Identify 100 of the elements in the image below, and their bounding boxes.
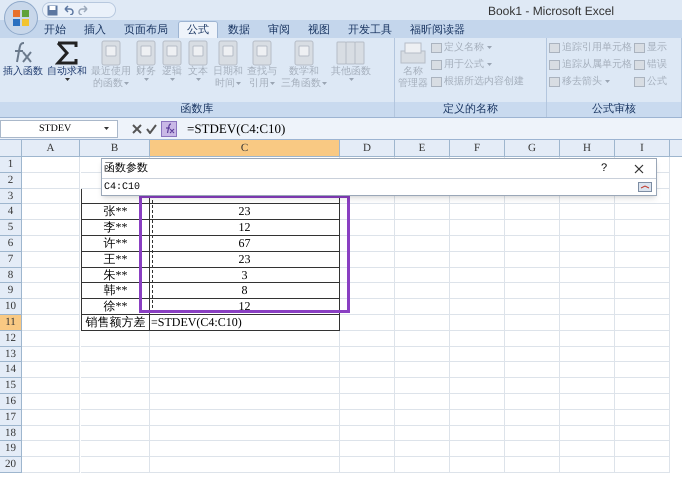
row-header[interactable]: 17 xyxy=(0,410,22,426)
table-cell: =STDEV(C4:C10) xyxy=(150,314,340,331)
grid-cell xyxy=(22,426,80,442)
table-cell: 8 xyxy=(150,283,340,300)
ribbon-tab[interactable]: 视图 xyxy=(300,21,338,38)
column-header[interactable]: E xyxy=(395,140,450,156)
grid-cell xyxy=(22,157,80,173)
ribbon-button[interactable]: 自动求和 xyxy=(46,38,88,102)
grid-cell xyxy=(395,441,450,458)
column-header[interactable]: D xyxy=(340,140,395,156)
table-cell: 李** xyxy=(81,220,150,236)
close-icon[interactable] xyxy=(634,164,644,174)
check-icon[interactable] xyxy=(146,124,157,134)
grid-cell xyxy=(505,426,560,442)
book-icon xyxy=(217,40,239,66)
help-button[interactable]: ? xyxy=(594,160,614,177)
grid-cell xyxy=(395,394,450,410)
column-header[interactable]: F xyxy=(450,140,505,156)
command-icon xyxy=(431,42,442,52)
grid-cell xyxy=(615,220,670,236)
grid-cell xyxy=(615,362,670,378)
cancel-icon[interactable] xyxy=(132,124,142,134)
table-cell: 销售额方差 xyxy=(81,314,150,331)
column-header[interactable]: A xyxy=(22,140,80,156)
ribbon-tab[interactable]: 开发工具 xyxy=(340,21,400,38)
row-header[interactable]: 10 xyxy=(0,299,22,315)
grid-cell xyxy=(22,378,80,394)
ribbon-tab[interactable]: 插入 xyxy=(76,21,114,38)
grid-cell xyxy=(22,362,80,378)
grid-cell xyxy=(340,220,395,236)
grid-cell xyxy=(22,236,80,252)
row-header[interactable]: 5 xyxy=(0,220,22,236)
command-icon xyxy=(634,76,645,86)
group-label: 定义的名称 xyxy=(395,102,546,117)
book-icon xyxy=(100,40,122,66)
table-cell: 12 xyxy=(150,299,340,315)
window-title: Book1 - Microsoft Excel xyxy=(488,3,614,20)
sigma-icon xyxy=(55,40,79,66)
save-icon[interactable] xyxy=(47,4,58,16)
command-icon xyxy=(431,60,442,70)
row-header[interactable]: 15 xyxy=(0,378,22,394)
name-box[interactable]: STDEV xyxy=(0,120,118,138)
column-header[interactable]: C xyxy=(150,140,340,156)
row-header[interactable]: 2 xyxy=(0,172,22,189)
collapse-dialog-icon[interactable] xyxy=(638,182,652,192)
row-header[interactable]: 13 xyxy=(0,346,22,362)
row-header[interactable]: 9 xyxy=(0,283,22,300)
insert-function-button[interactable] xyxy=(161,120,177,136)
row-header[interactable]: 3 xyxy=(0,188,22,204)
grid-cell xyxy=(22,299,80,315)
table-cell: 67 xyxy=(150,236,340,252)
row-header[interactable]: 6 xyxy=(0,236,22,252)
grid-cell xyxy=(81,394,150,410)
card-file-icon xyxy=(399,40,427,66)
ribbon-button[interactable]: 插入函数 xyxy=(2,38,44,102)
row-header[interactable]: 12 xyxy=(0,330,22,347)
row-header[interactable]: 11 xyxy=(0,314,22,331)
function-icon xyxy=(164,123,174,134)
grid-cell xyxy=(615,283,670,300)
row-header[interactable]: 14 xyxy=(0,362,22,378)
range-input-field[interactable]: C4:C10 xyxy=(104,180,638,194)
grid-cell xyxy=(81,441,150,458)
grid-cell xyxy=(505,252,560,268)
ribbon-tab[interactable]: 福昕阅读器 xyxy=(402,21,473,38)
grid-cell xyxy=(615,299,670,315)
ribbon-tab[interactable]: 公式 xyxy=(178,21,218,38)
grid-cell xyxy=(450,378,505,394)
column-header[interactable]: H xyxy=(560,140,615,156)
grid-cell xyxy=(340,346,395,362)
grid-cell xyxy=(81,457,150,473)
row-header[interactable]: 16 xyxy=(0,394,22,410)
grid-cell xyxy=(450,330,505,347)
ribbon-tab[interactable]: 数据 xyxy=(220,21,258,38)
grid-cell xyxy=(340,236,395,252)
row-header[interactable]: 8 xyxy=(0,268,22,284)
column-header[interactable]: G xyxy=(505,140,560,156)
grid-cell xyxy=(22,394,80,410)
row-header[interactable]: 7 xyxy=(0,252,22,268)
grid-cell xyxy=(81,410,150,426)
row-header[interactable]: 20 xyxy=(0,457,22,473)
grid-cell xyxy=(505,362,560,378)
grid-cell xyxy=(340,394,395,410)
ribbon-tab[interactable]: 页面布局 xyxy=(116,21,176,38)
row-header[interactable]: 4 xyxy=(0,204,22,220)
grid-cell xyxy=(395,378,450,394)
row-header[interactable]: 18 xyxy=(0,426,22,442)
row-header[interactable]: 19 xyxy=(0,441,22,458)
table-cell: 徐** xyxy=(81,299,150,315)
grid-cell xyxy=(340,204,395,220)
ribbon-tab[interactable]: 开始 xyxy=(36,21,74,38)
grid-cell xyxy=(395,220,450,236)
grid-cell xyxy=(22,188,80,204)
grid-cell xyxy=(505,346,560,362)
column-header[interactable]: I xyxy=(615,140,670,156)
book-icon xyxy=(251,40,273,66)
row-header[interactable]: 1 xyxy=(0,157,22,173)
grid-cell xyxy=(395,362,450,378)
grid-cell xyxy=(505,314,560,331)
undo-icon[interactable] xyxy=(62,5,74,15)
ribbon-tab[interactable]: 审阅 xyxy=(260,21,298,38)
